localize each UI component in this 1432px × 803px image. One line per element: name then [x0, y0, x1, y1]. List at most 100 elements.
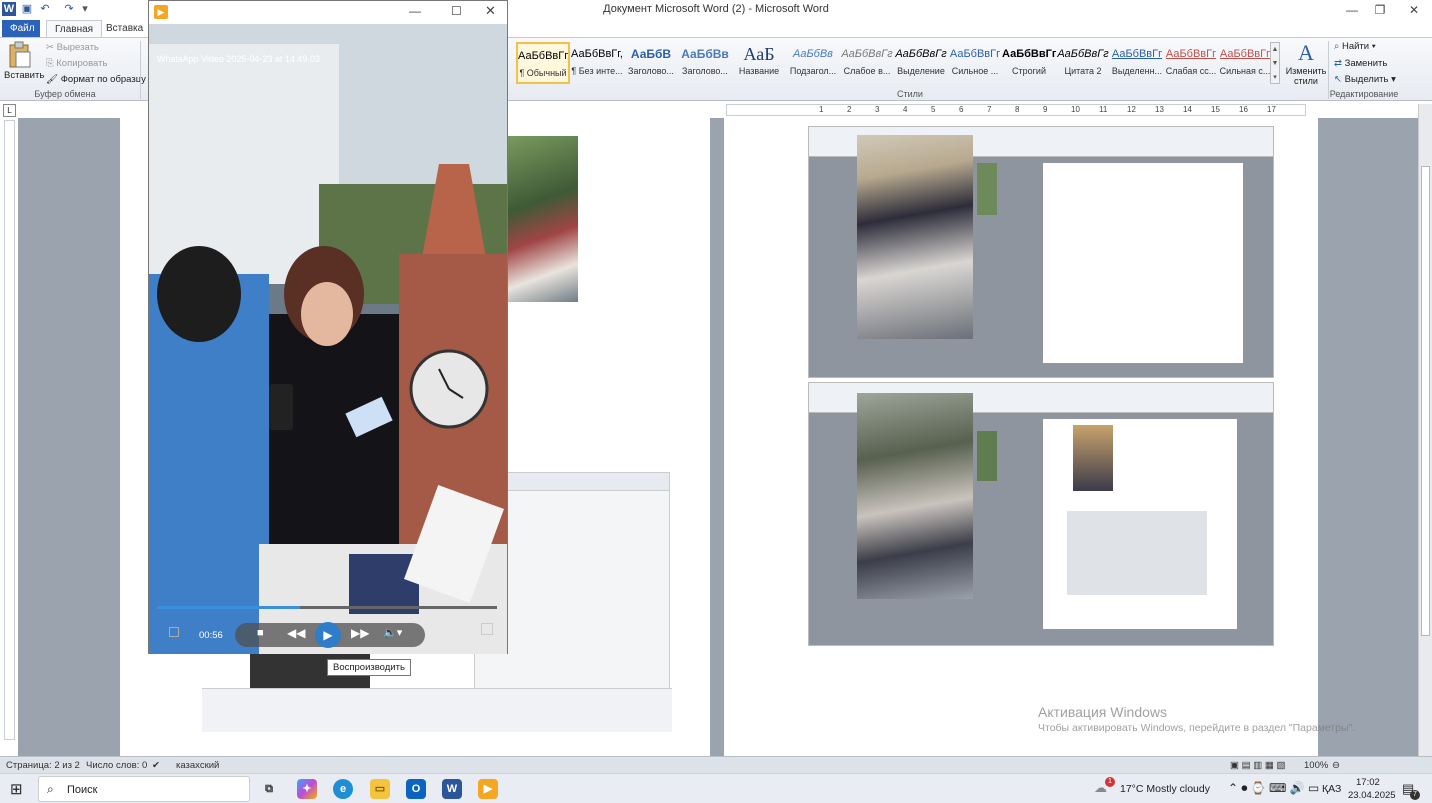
clock-time[interactable]: 17:02 — [1356, 777, 1380, 788]
rewind-button[interactable]: ◀◀ — [287, 626, 305, 640]
file-explorer-icon[interactable]: ▭ — [370, 779, 390, 799]
style-name: Строгий — [1012, 66, 1046, 76]
ruler-number: 15 — [1211, 105, 1220, 114]
fast-forward-button[interactable]: ▶▶ — [351, 626, 369, 640]
style-tile[interactable]: АаБбВв Подзагол... — [786, 42, 840, 84]
clipboard-group-label: Буфер обмена — [34, 89, 96, 99]
embedded-screenshot[interactable] — [808, 126, 1274, 378]
style-name: Выделенн... — [1111, 66, 1163, 76]
view-buttons[interactable]: ▣ ▤ ▥ ▦ ▧ — [1230, 760, 1285, 771]
switch-view-icon[interactable] — [481, 623, 493, 635]
cut-button[interactable]: ✂ Вырезать — [46, 42, 99, 53]
tab-file[interactable]: Файл — [2, 20, 40, 38]
style-sample: АаБбВвГг, — [571, 48, 623, 60]
volume-button[interactable]: 🔈▾ — [383, 626, 402, 639]
ruler-number: 6 — [959, 105, 964, 114]
style-tile[interactable]: АаБбВвГг Слабое в... — [840, 42, 894, 84]
task-view-icon[interactable]: ⧉ — [259, 779, 279, 799]
style-tile[interactable]: АаБ Название — [732, 42, 786, 84]
style-tile[interactable]: АаБбВвГг, Строгий — [1002, 42, 1056, 84]
screenshot-page — [1043, 163, 1243, 363]
clock-date[interactable]: 23.04.2025 — [1348, 790, 1396, 801]
ruler-number: 7 — [987, 105, 992, 114]
word-taskbar-icon[interactable]: W — [442, 779, 462, 799]
copilot-icon[interactable]: ✦ — [297, 779, 317, 799]
screenshot-video-frame — [857, 393, 973, 599]
tray-icons[interactable]: ⌃ ⏺ ⌚ ⌨ 🔊 ▭ — [1228, 781, 1319, 796]
style-tile[interactable]: АаБбВвГг Цитата 2 — [1056, 42, 1110, 84]
embedded-screenshot[interactable] — [808, 382, 1274, 646]
paste-label[interactable]: Вставить — [4, 70, 44, 81]
style-tile[interactable]: АаБбВвГг Сильная с... — [1218, 42, 1272, 84]
weather-text[interactable]: 17°C Mostly cloudy — [1120, 783, 1210, 795]
vertical-scrollbar[interactable] — [1418, 104, 1432, 756]
style-name: ¶ Без инте... — [571, 66, 623, 76]
select-button[interactable]: ↖ Выделить ▾ — [1334, 74, 1396, 85]
style-sample: АаБбВвГг — [1111, 48, 1163, 60]
video-frame[interactable]: WhatsApp Video 2025-04-23 at 14.49.03 — [149, 24, 507, 654]
input-language[interactable]: ҚАЗ — [1322, 783, 1341, 795]
page-count[interactable]: Страница: 2 из 2 — [6, 760, 80, 771]
edge-icon[interactable]: e — [333, 779, 353, 799]
tab-insert[interactable]: Вставка — [98, 20, 151, 38]
style-sample: АаБ — [743, 44, 775, 64]
ruler-number: 10 — [1071, 105, 1080, 114]
stop-button[interactable]: ■ — [257, 627, 264, 639]
player-close-button[interactable]: ✕ — [485, 3, 496, 19]
style-tile[interactable]: АаБбВвГг Слабая сс... — [1164, 42, 1218, 84]
media-player-taskbar-icon[interactable]: ▶ — [478, 779, 498, 799]
close-button[interactable]: ✕ — [1398, 0, 1430, 20]
horizontal-ruler[interactable]: 1 2 3 4 5 6 7 8 9 10 11 12 13 14 15 16 17 — [726, 104, 1306, 116]
tab-home[interactable]: Главная — [46, 20, 103, 38]
taskbar: ⊞ ⌕ Поиск ⧉ ✦ e ▭ O W ▶ ☁ 1 17°C Mostly … — [0, 773, 1432, 803]
paste-button[interactable] — [6, 41, 36, 71]
styles-group-label: Стили — [897, 89, 923, 99]
format-painter-button[interactable]: 🖌 Формат по образцу — [46, 74, 146, 85]
status-bar: Страница: 2 из 2 Число слов: 0 ✔ казахск… — [0, 756, 1432, 793]
style-tile[interactable]: АаБбВвГг, ¶ Без инте... — [570, 42, 624, 84]
gallery-scroll[interactable]: ▲ ▼ ▾ — [1270, 42, 1280, 84]
page-right[interactable] — [724, 118, 1318, 756]
maximize-button[interactable]: ❐ — [1364, 0, 1396, 20]
style-tile[interactable]: АаБбВвГг Выделенн... — [1110, 42, 1164, 84]
style-tile[interactable]: АаБбВвГг Выделение — [894, 42, 948, 84]
change-styles-button[interactable]: A Изменить стили — [1284, 40, 1328, 90]
scrollbar-thumb[interactable] — [1421, 166, 1430, 636]
style-tile[interactable]: АаБбВ Заголово... — [624, 42, 678, 84]
ruler-toggle-button[interactable]: L — [3, 104, 16, 117]
player-minimize-button[interactable]: — — [409, 4, 421, 18]
taskbar-search[interactable]: ⌕ Поиск — [38, 776, 250, 802]
outlook-icon[interactable]: O — [406, 779, 426, 799]
fullscreen-icon[interactable] — [169, 627, 179, 637]
ruler-number: 1 — [819, 105, 824, 114]
screenshot-video-frame — [857, 135, 973, 339]
ruler-number: 5 — [931, 105, 936, 114]
windows-start-icon[interactable]: ⊞ — [10, 780, 23, 798]
player-title-bar: ▶ — ☐ ✕ — [149, 1, 507, 24]
style-name: Название — [738, 66, 780, 76]
player-maximize-button[interactable]: ☐ — [451, 4, 462, 18]
language-indicator[interactable]: казахский — [176, 760, 219, 771]
style-tile[interactable]: АаБбВвГг Сильное ... — [948, 42, 1002, 84]
proofing-icon[interactable]: ✔ — [152, 760, 160, 771]
embedded-photo[interactable] — [506, 136, 578, 302]
replace-icon: ⇄ — [1334, 58, 1342, 69]
seek-bar[interactable] — [157, 606, 497, 609]
media-player-window[interactable]: ▶ — ☐ ✕ WhatsApp Video 2025-04-23 at 14.… — [148, 0, 508, 654]
copy-button[interactable]: ⎘ Копировать — [46, 58, 107, 69]
style-tile[interactable]: АаБбВв Заголово... — [678, 42, 732, 84]
nested-screenshot — [1067, 511, 1207, 595]
style-sample: АаБбВвГг — [1219, 48, 1271, 60]
style-tile[interactable]: АаБбВвГг, ¶ Обычный — [516, 42, 570, 84]
play-button[interactable]: ▶ — [315, 622, 341, 648]
vertical-ruler[interactable] — [4, 120, 15, 740]
word-count[interactable]: Число слов: 0 — [86, 760, 147, 771]
ruler-number: 2 — [847, 105, 852, 114]
style-name: Сильное ... — [951, 66, 999, 76]
replace-button[interactable]: ⇄ Заменить — [1334, 58, 1387, 69]
zoom-level[interactable]: 100% — [1304, 760, 1328, 771]
style-name: Цитата 2 — [1064, 66, 1102, 76]
player-app-icon: ▶ — [154, 5, 168, 19]
find-button[interactable]: ⌕ Найти ▾ — [1334, 41, 1376, 52]
style-sample: АаБбВв — [681, 47, 729, 61]
